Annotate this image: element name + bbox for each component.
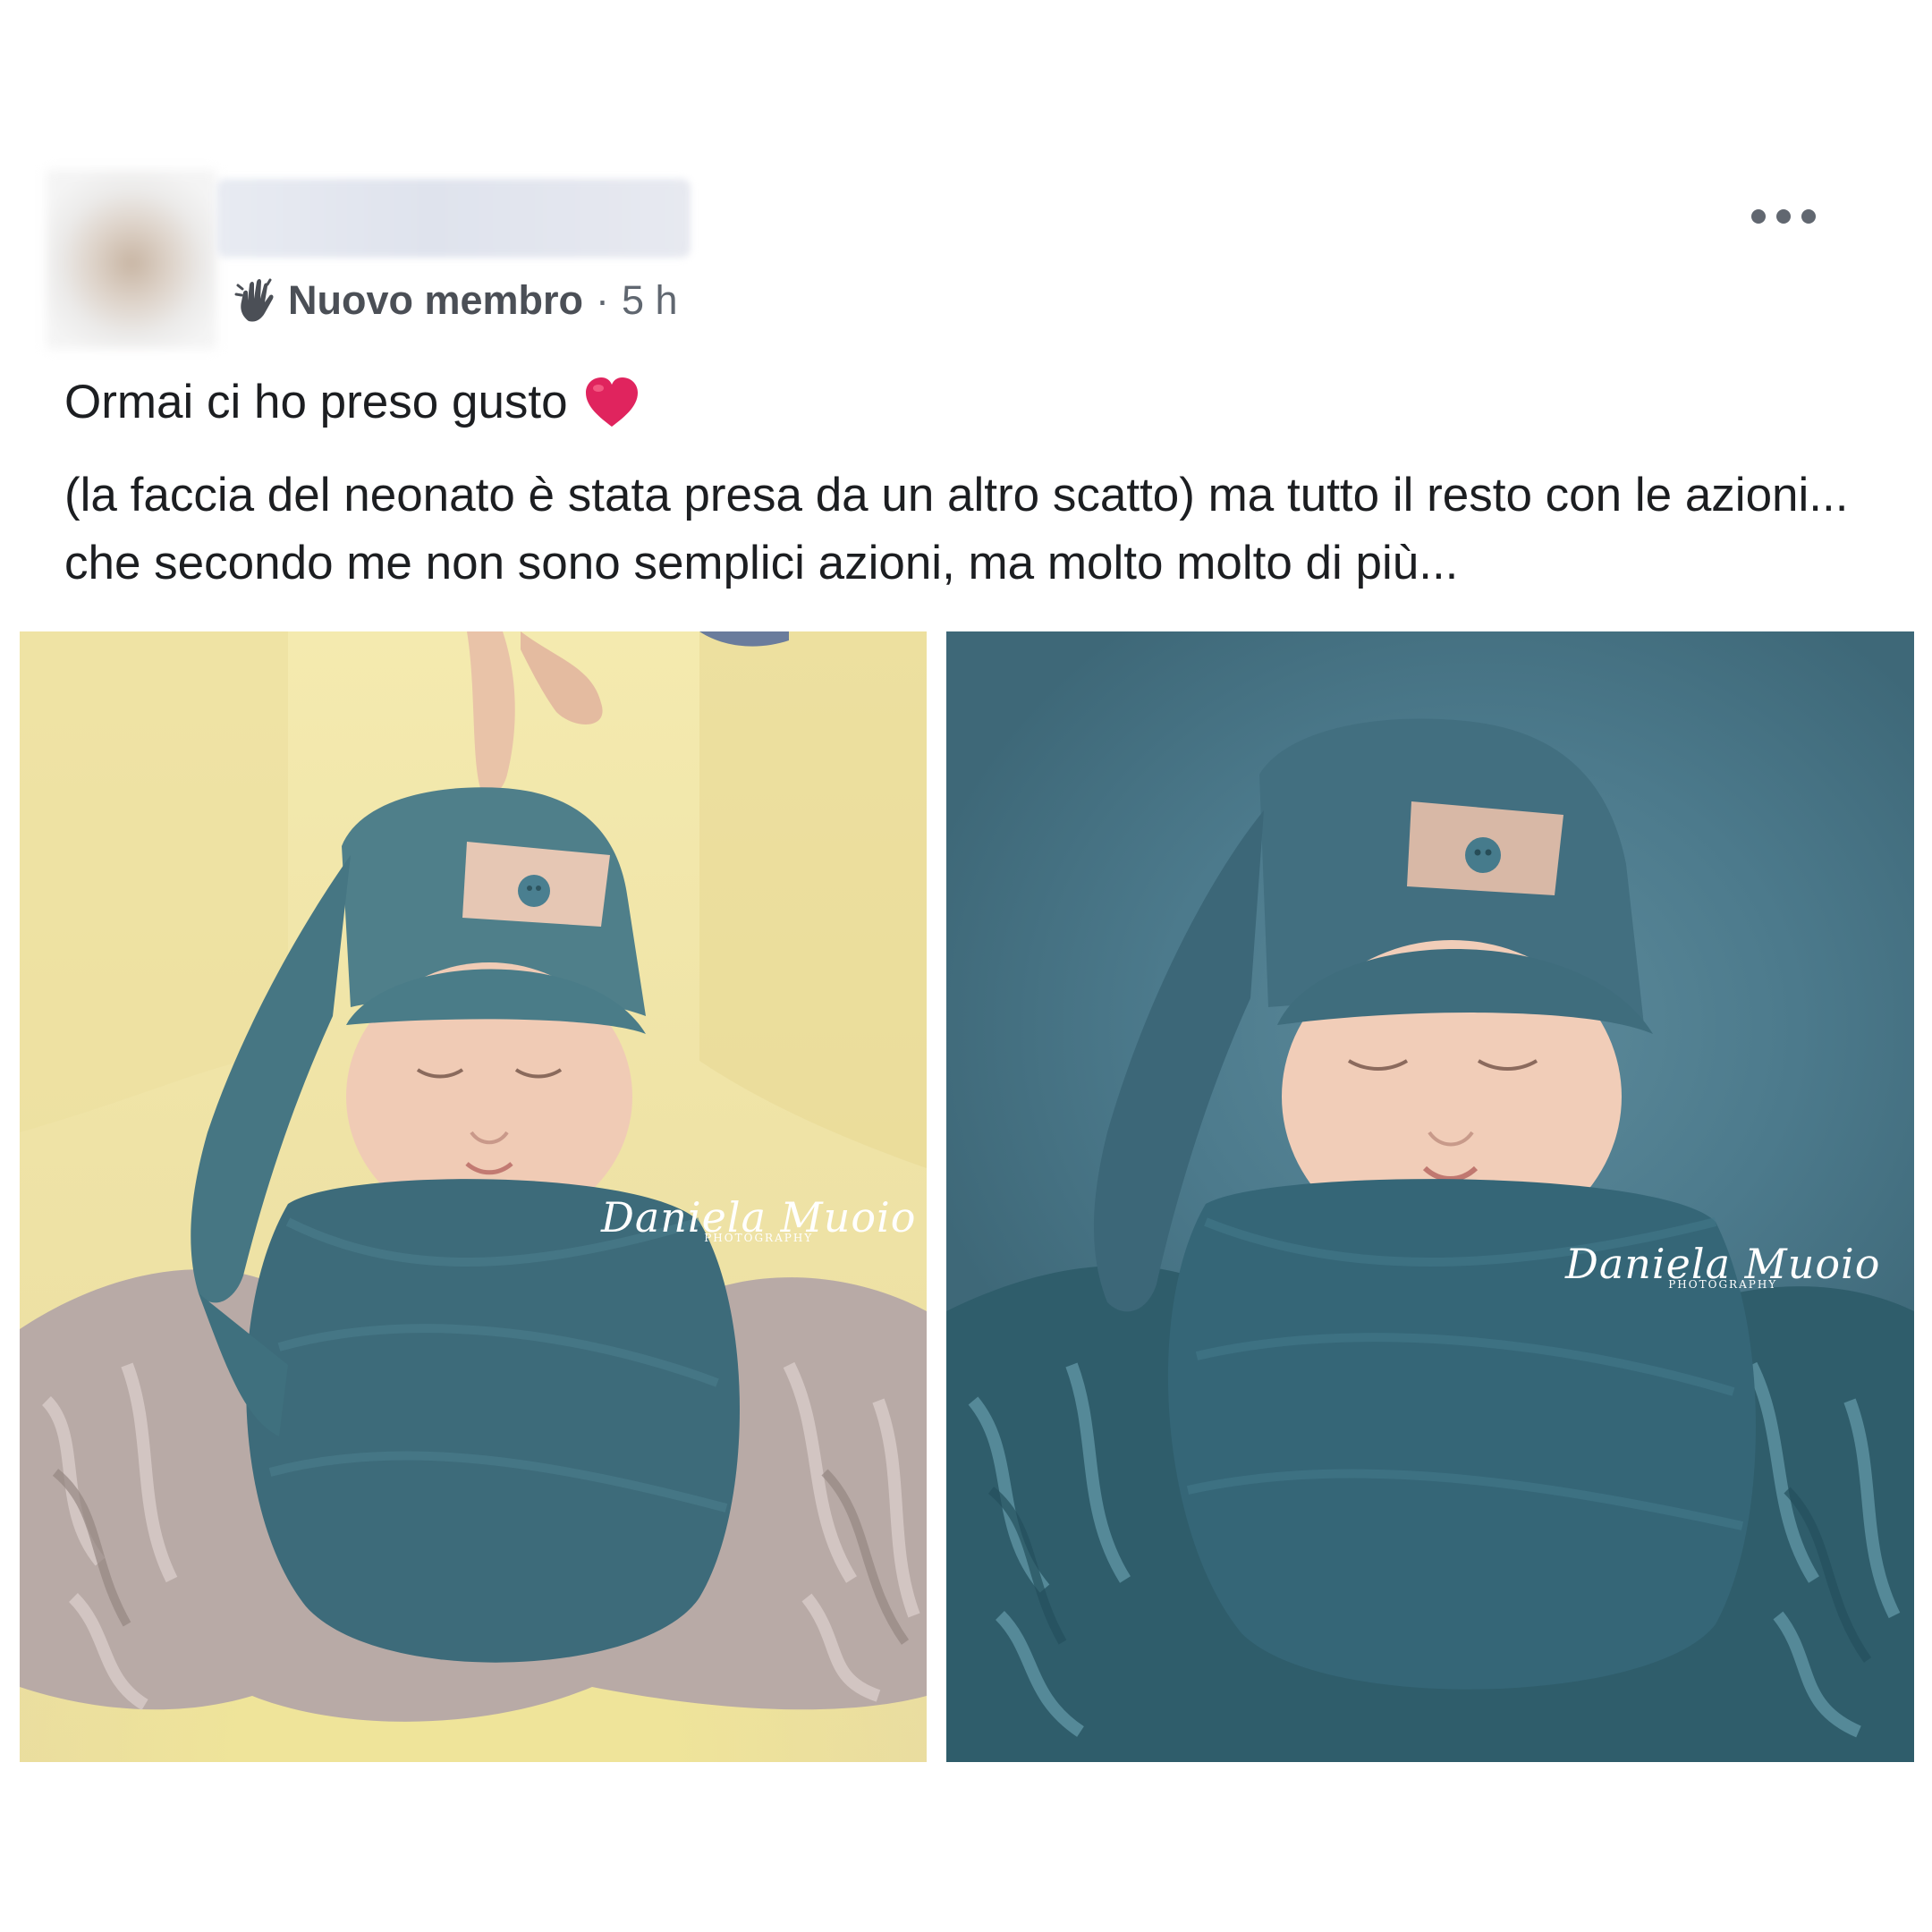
more-options-button[interactable] <box>1751 199 1816 234</box>
post-meta: Nuovo membro · 5 h <box>234 274 678 327</box>
member-badge[interactable]: Nuovo membro <box>288 277 583 324</box>
photo-after-illustration <box>946 718 1914 1762</box>
ellipsis-icon <box>1801 209 1816 224</box>
post-body-text: (la faccia del neonato è stata presa da … <box>64 469 1849 589</box>
ellipsis-icon <box>1776 209 1791 224</box>
heart-icon <box>582 375 641 430</box>
watermark-after: Daniela Muoio PHOTOGRAPHY <box>1565 1240 1881 1291</box>
photo-before[interactable]: Daniela Muoio PHOTOGRAPHY <box>20 631 927 1762</box>
post-headline: Ormai ci ho preso gusto <box>64 376 568 428</box>
avatar[interactable] <box>47 170 216 349</box>
photo-after[interactable]: Daniela Muoio PHOTOGRAPHY <box>946 631 1914 1762</box>
author-name-blurred[interactable] <box>216 179 691 258</box>
new-member-hand-icon <box>234 276 281 325</box>
post-text-line1: Ormai ci ho preso gusto <box>64 374 641 431</box>
ellipsis-icon <box>1751 209 1766 224</box>
meta-separator: · <box>596 277 610 323</box>
watermark-before: Daniela Muoio PHOTOGRAPHY <box>601 1193 917 1244</box>
post-time[interactable]: 5 h <box>622 277 678 324</box>
